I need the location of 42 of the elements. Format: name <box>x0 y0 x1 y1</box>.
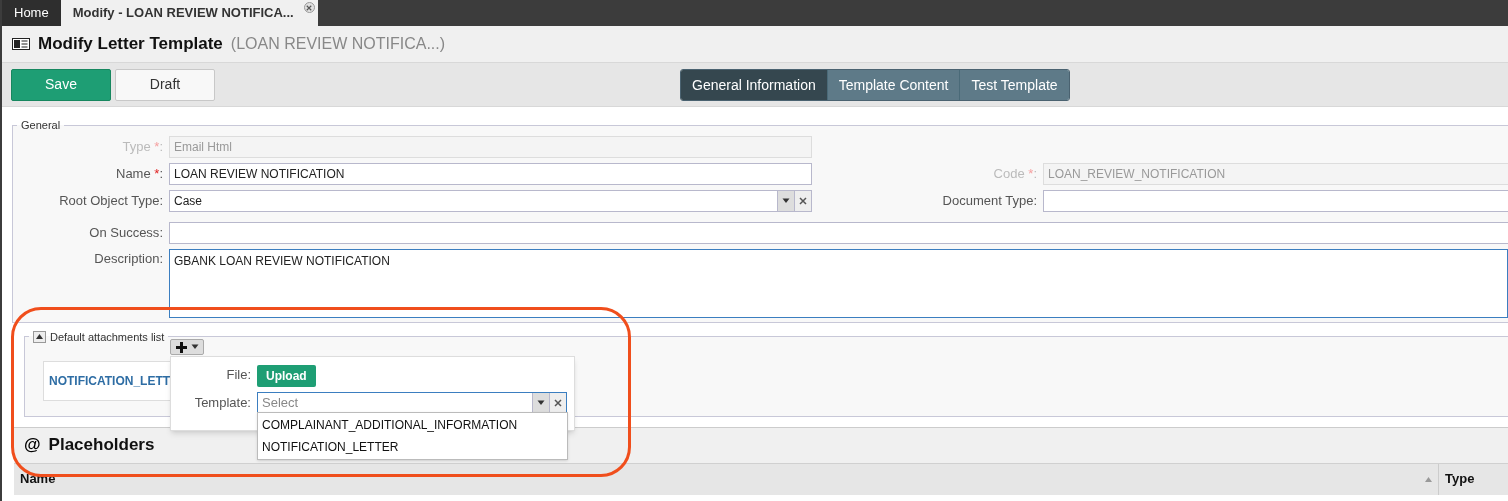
plus-icon <box>175 341 187 353</box>
draft-button[interactable]: Draft <box>115 68 215 101</box>
triangle-up-icon <box>36 334 43 340</box>
view-tab[interactable]: General Information <box>681 70 827 100</box>
attachment-link[interactable]: NOTIFICATION_LETT <box>49 372 171 390</box>
panel-legend: Default attachments list <box>50 328 165 345</box>
field-label: Type *: <box>121 137 163 156</box>
document-icon <box>12 38 30 50</box>
section-title: Placeholders <box>48 434 155 457</box>
field-label: Template: <box>193 394 251 413</box>
view-tab[interactable]: Template Content <box>826 70 960 100</box>
clear-icon[interactable] <box>549 393 566 413</box>
clear-icon[interactable] <box>794 190 811 211</box>
field-label: Name *: <box>115 164 163 183</box>
collapse-toggle[interactable] <box>33 330 46 343</box>
dropdown-icon[interactable] <box>777 190 794 211</box>
page-subtitle: (LOAN REVIEW NOTIFICA...) <box>230 34 446 54</box>
caret-icon <box>190 344 199 350</box>
input-field[interactable]: LOAN REVIEW NOTIFICATION <box>169 162 812 185</box>
field-label: Description: <box>93 249 163 268</box>
tab[interactable]: Home <box>2 0 61 26</box>
dropdown-icon[interactable] <box>532 393 549 413</box>
dropdown-option[interactable]: COMPLAINANT_ADDITIONAL_INFORMATION <box>258 414 567 436</box>
panel-legend: General <box>17 117 65 134</box>
field-label: Document Type: <box>941 191 1037 210</box>
dropdown-option[interactable]: NOTIFICATION_LETTER <box>258 436 567 458</box>
field-label: Code *: <box>992 164 1037 183</box>
column-header[interactable]: Name <box>14 463 1438 495</box>
field-label: File: <box>225 366 251 385</box>
tab[interactable]: Modify - LOAN REVIEW NOTIFICA... <box>60 0 318 26</box>
at-icon: @ <box>24 432 41 458</box>
field-label: Root Object Type: <box>58 191 163 210</box>
field-label: On Success: <box>88 223 163 242</box>
input-field[interactable] <box>169 221 1508 244</box>
select-field[interactable]: Case <box>169 189 812 212</box>
input-field[interactable] <box>1043 189 1508 212</box>
close-icon[interactable] <box>303 2 315 13</box>
description-field[interactable]: GBANK LOAN REVIEW NOTIFICATION <box>169 248 1508 318</box>
add-button[interactable] <box>170 339 204 355</box>
column-header[interactable]: Type <box>1438 463 1508 495</box>
page-title: Modify Letter Template <box>38 33 223 56</box>
view-tab[interactable]: Test Template <box>959 70 1069 100</box>
